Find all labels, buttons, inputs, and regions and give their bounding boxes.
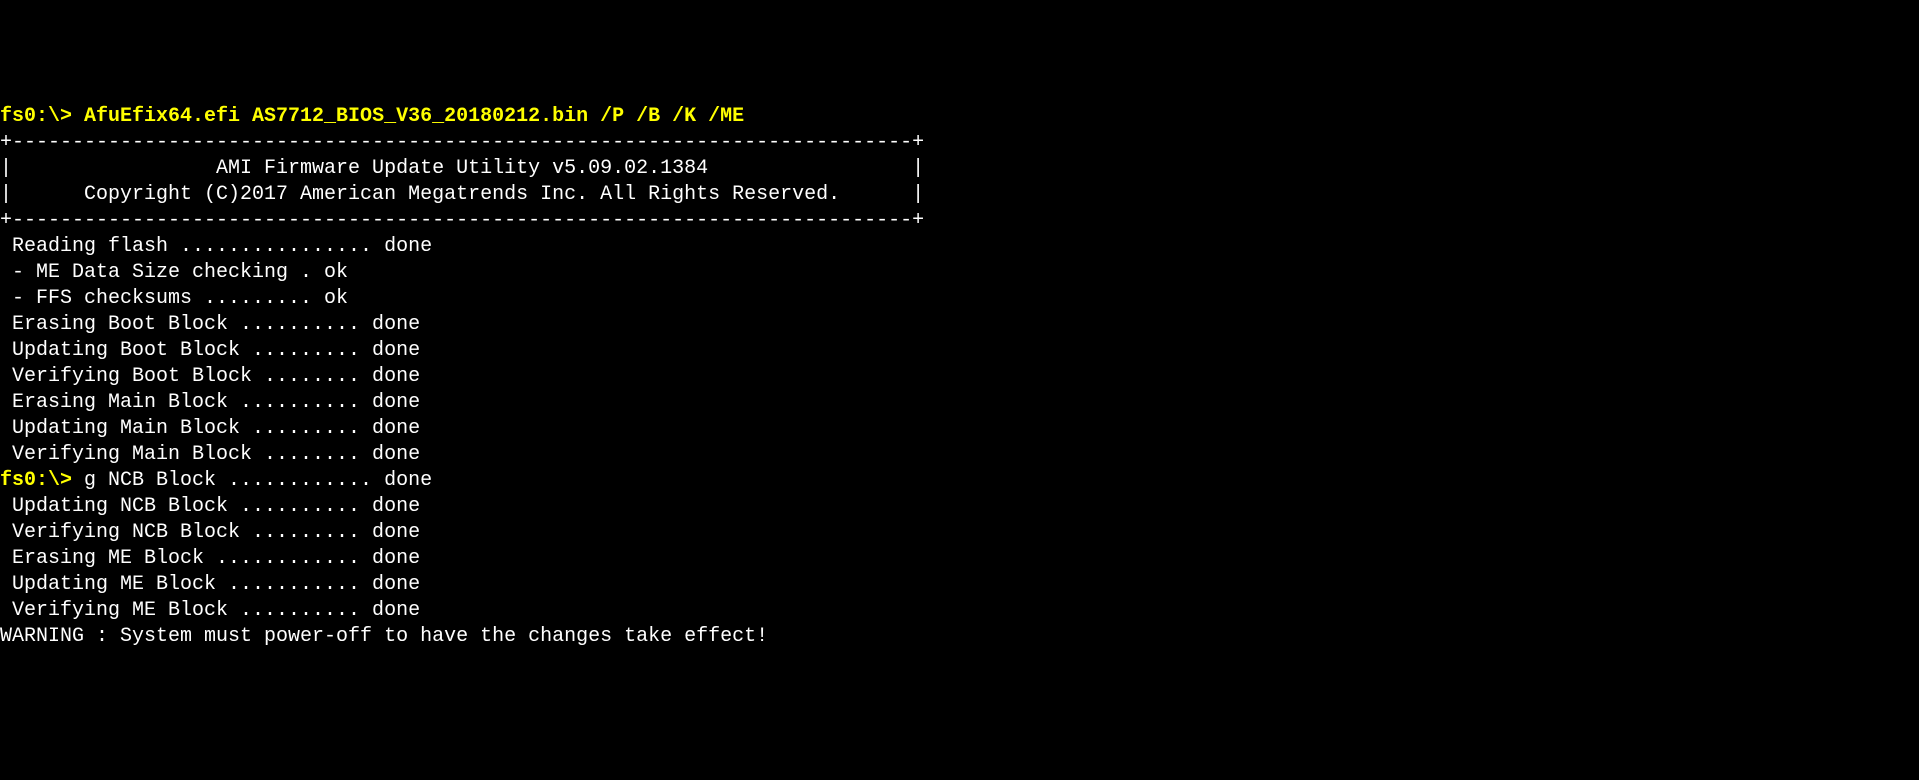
output-line: Erasing Boot Block .......... done <box>0 312 1919 338</box>
output-line: Erasing ME Block ............ done <box>0 546 1919 572</box>
output-line: Verifying Main Block ........ done <box>0 442 1919 468</box>
output-line: Reading flash ................ done <box>0 234 1919 260</box>
output-line: Erasing Main Block .......... done <box>0 390 1919 416</box>
output-line: Verifying Boot Block ........ done <box>0 364 1919 390</box>
header-border-top: +---------------------------------------… <box>0 130 1919 156</box>
header-border-bottom: +---------------------------------------… <box>0 208 1919 234</box>
output-overlap: g NCB Block ............ done <box>84 469 432 492</box>
output-line: - ME Data Size checking . ok <box>0 260 1919 286</box>
shell-prompt: fs0:\> <box>0 469 84 492</box>
command-text: AfuEfix64.efi AS7712_BIOS_V36_20180212.b… <box>84 105 744 128</box>
output-line: Updating NCB Block .......... done <box>0 494 1919 520</box>
output-line: Verifying NCB Block ......... done <box>0 520 1919 546</box>
output-line: Updating ME Block ........... done <box>0 572 1919 598</box>
output-line: Updating Main Block ......... done <box>0 416 1919 442</box>
output-line: Updating Boot Block ......... done <box>0 338 1919 364</box>
output-line: Verifying ME Block .......... done <box>0 598 1919 624</box>
shell-prompt: fs0:\> <box>0 105 84 128</box>
command-line-1[interactable]: fs0:\> AfuEfix64.efi AS7712_BIOS_V36_201… <box>0 104 1919 130</box>
command-line-2[interactable]: fs0:\> g NCB Block ............ done <box>0 468 1919 494</box>
warning-line: WARNING : System must power-off to have … <box>0 624 1919 650</box>
output-line: - FFS checksums ......... ok <box>0 286 1919 312</box>
header-copyright: | Copyright (C)2017 American Megatrends … <box>0 182 1919 208</box>
header-title: | AMI Firmware Update Utility v5.09.02.1… <box>0 156 1919 182</box>
